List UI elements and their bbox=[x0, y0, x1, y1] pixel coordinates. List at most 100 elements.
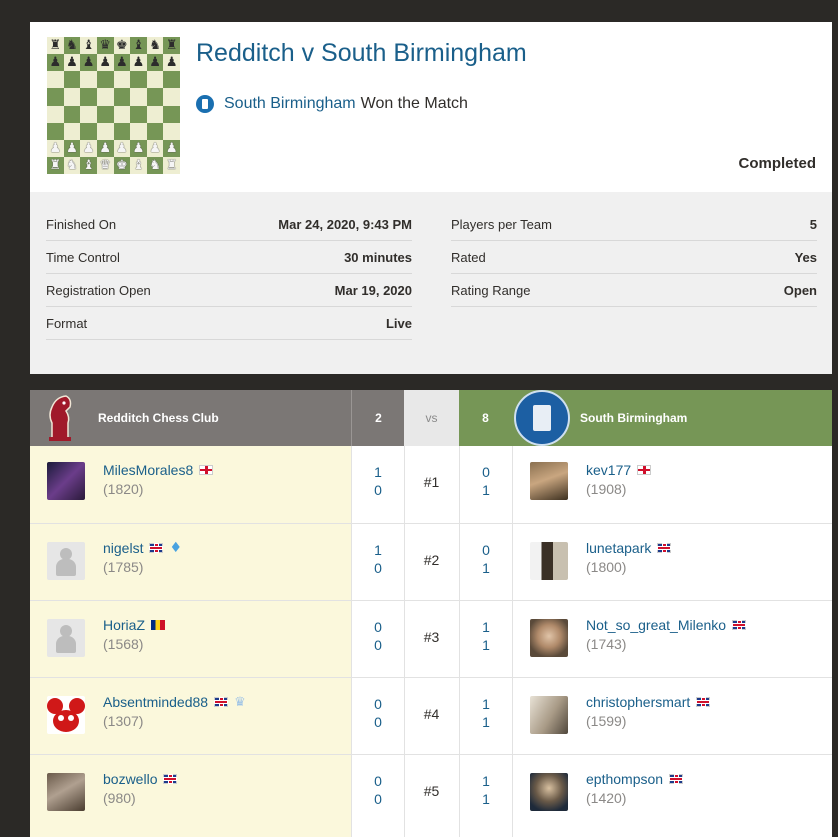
game-score[interactable]: 1 bbox=[476, 695, 496, 713]
board-square bbox=[146, 88, 164, 106]
versus-label: vs bbox=[425, 411, 438, 425]
board-square bbox=[163, 88, 180, 106]
board-row: HoriaZ (1568) 0 0 #3 1 1 Not_so_great_Mi… bbox=[30, 601, 832, 679]
player-name-link[interactable]: HoriaZ bbox=[103, 617, 145, 633]
avatar[interactable] bbox=[530, 542, 568, 580]
player-name-link[interactable]: bozwello bbox=[103, 771, 157, 787]
winner-team-link[interactable]: South Birmingham bbox=[224, 95, 356, 113]
avatar[interactable] bbox=[47, 696, 85, 734]
game-score[interactable]: 0 bbox=[368, 618, 388, 636]
board-square bbox=[80, 105, 97, 123]
board-square bbox=[63, 105, 81, 123]
avatar[interactable] bbox=[47, 542, 85, 580]
united-kingdom-flag-icon bbox=[657, 543, 672, 553]
player-name-link[interactable]: nigelst bbox=[103, 540, 143, 556]
game-score[interactable]: 1 bbox=[476, 790, 496, 808]
game-score[interactable]: 0 bbox=[476, 541, 496, 559]
romania-flag-icon bbox=[151, 620, 166, 630]
board-square: ♟ bbox=[146, 139, 164, 157]
board-square: ♝ bbox=[130, 156, 147, 174]
board-square bbox=[47, 88, 64, 106]
player-name-link[interactable]: kev177 bbox=[586, 462, 631, 478]
board-square bbox=[47, 122, 64, 140]
detail-label: Rated bbox=[451, 249, 486, 265]
avatar[interactable] bbox=[530, 619, 568, 657]
game-score[interactable]: 1 bbox=[476, 481, 496, 499]
board-number: #5 bbox=[423, 783, 440, 799]
game-score[interactable]: 0 bbox=[368, 790, 388, 808]
board-number: #4 bbox=[423, 706, 440, 722]
avatar[interactable] bbox=[47, 619, 85, 657]
player-name-link[interactable]: Absentminded88 bbox=[103, 694, 208, 710]
avatar[interactable] bbox=[47, 773, 85, 811]
board-square bbox=[163, 122, 180, 140]
player-name-link[interactable]: epthompson bbox=[586, 771, 663, 787]
game-score[interactable]: 1 bbox=[476, 772, 496, 790]
player-rating: (980) bbox=[103, 790, 136, 806]
player-name-link[interactable]: Not_so_great_Milenko bbox=[586, 617, 726, 633]
detail-label: Time Control bbox=[46, 249, 120, 265]
board-square: ♟ bbox=[96, 139, 114, 157]
board-square bbox=[130, 71, 147, 89]
game-score[interactable]: 1 bbox=[476, 713, 496, 731]
top-frame bbox=[0, 0, 838, 12]
board-square: ♟ bbox=[130, 139, 147, 157]
pawn-icon-body bbox=[56, 636, 76, 653]
board-square bbox=[80, 88, 97, 106]
match-boards-card: Redditch Chess Club 2 vs 8 South Birming… bbox=[30, 390, 832, 837]
match-header-card: ♜ ♞ ♝ ♛ ♚ ♝ ♞ ♜ ♟ ♟ ♟ ♟ ♟ ♟ ♟ ♟ ♟ ♟ ♟ ♟ ♟ ♟ ♟ ♟ ♜ ♞ ♝ ♛ ♚ ♝ ♞ ♜ Redditc… bbox=[30, 22, 832, 192]
game-score[interactable]: 1 bbox=[368, 541, 388, 559]
board-number: #1 bbox=[423, 474, 440, 490]
board-square bbox=[146, 105, 164, 123]
board-number: #2 bbox=[423, 552, 440, 568]
detail-label: Finished On bbox=[46, 216, 117, 232]
board-square: ♞ bbox=[63, 37, 81, 55]
board-square: ♛ bbox=[96, 37, 114, 55]
player-name-link[interactable]: MilesMorales8 bbox=[103, 462, 193, 478]
details-right-column: Players per Team 5 Rated Yes Rating Rang… bbox=[451, 208, 817, 307]
game-score[interactable]: 0 bbox=[368, 481, 388, 499]
united-kingdom-flag-icon bbox=[214, 697, 229, 707]
game-score[interactable]: 1 bbox=[476, 636, 496, 654]
game-score[interactable]: 1 bbox=[476, 618, 496, 636]
game-score[interactable]: 0 bbox=[476, 463, 496, 481]
match-status: Completed bbox=[738, 155, 816, 172]
game-score[interactable]: 0 bbox=[368, 772, 388, 790]
avatar[interactable] bbox=[530, 462, 568, 500]
crown-badge-icon: ♛ bbox=[234, 694, 246, 710]
board-square bbox=[96, 71, 114, 89]
detail-value: Live bbox=[385, 315, 412, 331]
united-kingdom-flag-icon bbox=[669, 774, 684, 784]
board-square bbox=[96, 88, 114, 106]
avatar[interactable] bbox=[47, 462, 85, 500]
united-kingdom-flag-icon bbox=[696, 697, 711, 707]
game-score[interactable]: 0 bbox=[368, 713, 388, 731]
south-birmingham-club-logo[interactable] bbox=[514, 390, 570, 446]
detail-value: Mar 24, 2020, 9:43 PM bbox=[278, 216, 412, 232]
board-square bbox=[63, 71, 81, 89]
detail-row-finished-on: Finished On Mar 24, 2020, 9:43 PM bbox=[46, 208, 412, 241]
player-name-link[interactable]: christophersmart bbox=[586, 694, 690, 710]
game-score[interactable]: 0 bbox=[368, 559, 388, 577]
board-square: ♟ bbox=[47, 139, 64, 157]
board-square bbox=[47, 71, 64, 89]
game-score[interactable]: 1 bbox=[368, 463, 388, 481]
detail-label: Format bbox=[46, 315, 88, 331]
avatar[interactable] bbox=[530, 696, 568, 734]
detail-row-rated: Rated Yes bbox=[451, 241, 817, 274]
board-row: Absentminded88 ♛ (1307) 0 0 #4 1 1 chris… bbox=[30, 678, 832, 756]
game-score[interactable]: 1 bbox=[476, 559, 496, 577]
game-score[interactable]: 0 bbox=[368, 695, 388, 713]
game-score[interactable]: 0 bbox=[368, 636, 388, 654]
team-right-name[interactable]: South Birmingham bbox=[580, 411, 687, 425]
match-title[interactable]: Redditch v South Birmingham bbox=[196, 39, 527, 68]
player-name-link[interactable]: lunetapark bbox=[586, 540, 651, 556]
redditch-club-logo[interactable] bbox=[44, 393, 76, 443]
team-left-name[interactable]: Redditch Chess Club bbox=[98, 411, 219, 425]
detail-row-registration-open: Registration Open Mar 19, 2020 bbox=[46, 274, 412, 307]
board-square: ♚ bbox=[113, 156, 131, 174]
board-square: ♟ bbox=[163, 54, 180, 72]
details-left-column: Finished On Mar 24, 2020, 9:43 PM Time C… bbox=[46, 208, 412, 340]
detail-row-rating-range: Rating Range Open bbox=[451, 274, 817, 307]
avatar[interactable] bbox=[530, 773, 568, 811]
